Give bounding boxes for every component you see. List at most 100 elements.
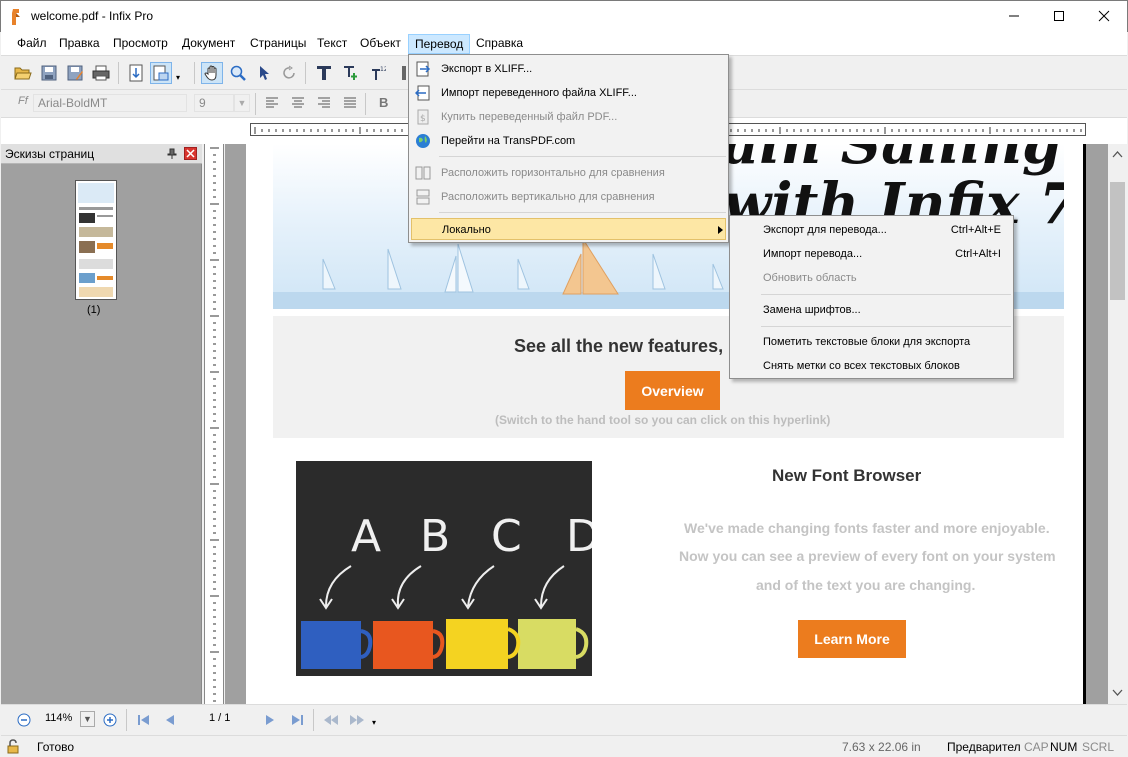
close-button[interactable] — [1081, 1, 1127, 31]
menu-file[interactable]: Файл — [11, 34, 53, 54]
align-right-icon[interactable] — [317, 97, 331, 109]
menu-view[interactable]: Просмотр — [107, 34, 174, 54]
previous-page-icon[interactable] — [164, 714, 176, 726]
menu-tile-vertical[interactable]: Расположить вертикально для сравнения — [411, 186, 726, 208]
open-button[interactable] — [12, 62, 34, 84]
rotate-tool-button[interactable] — [279, 62, 301, 84]
zoom-tool-button[interactable] — [227, 62, 249, 84]
view-mode: Предварител — [947, 740, 1021, 754]
select-tool-button[interactable] — [253, 62, 275, 84]
font-size-dropdown[interactable]: ▼ — [234, 94, 250, 112]
tile-horizontal-icon — [415, 166, 431, 180]
page-layout-button[interactable] — [150, 62, 172, 84]
first-page-icon[interactable] — [137, 714, 151, 726]
panel-header: Эскизы страниц — [1, 144, 202, 164]
submenu-export-translation[interactable]: Экспорт для перевода... Ctrl+Alt+E — [732, 219, 1011, 241]
vertical-scrollbar[interactable] — [1108, 144, 1127, 704]
page-thumbnail[interactable] — [75, 180, 117, 300]
save-as-button[interactable] — [64, 62, 86, 84]
save-button[interactable] — [38, 62, 60, 84]
page-thumbnails-panel: Эскизы страниц (1) — [1, 144, 202, 704]
submenu-unmark-blocks[interactable]: Снять метки со всех текстовых блоков — [732, 355, 1011, 377]
menu-export-xliff[interactable]: Экспорт в XLIFF... — [411, 58, 726, 80]
scroll-down-icon[interactable] — [1112, 689, 1123, 697]
submenu-refresh-area[interactable]: Обновить область — [732, 267, 1011, 289]
zoom-level[interactable]: 114% — [45, 712, 72, 724]
font-browser-line-3: and of the text you are changing. — [756, 577, 976, 593]
menu-object[interactable]: Объект — [354, 34, 407, 54]
print-button[interactable] — [90, 62, 112, 84]
bold-button[interactable]: B — [379, 95, 388, 110]
menu-tile-horizontal-label: Расположить горизонтально для сравнения — [441, 167, 665, 179]
page-arrow-down-icon — [129, 64, 143, 82]
overview-button[interactable]: Overview — [625, 371, 720, 410]
svg-text:$: $ — [420, 114, 426, 124]
cursor-coordinates: 7.63 x 22.06 in — [842, 740, 921, 754]
back-icon[interactable] — [323, 714, 339, 726]
page-down-button[interactable] — [125, 62, 147, 84]
minimize-icon — [1009, 15, 1019, 17]
chalkboard-mugs-image: A B C D — [296, 461, 592, 676]
next-page-icon[interactable] — [264, 714, 276, 726]
menu-bar: Файл Правка Просмотр Документ Страницы Т… — [1, 32, 1127, 55]
minimize-button[interactable] — [991, 1, 1037, 31]
text-format-button[interactable]: 12 — [367, 62, 389, 84]
menu-goto-transpdf-label: Перейти на TransPDF.com — [441, 135, 576, 147]
align-justify-icon[interactable] — [343, 97, 357, 109]
unlock-icon — [7, 739, 19, 754]
last-page-icon[interactable] — [290, 714, 304, 726]
scroll-up-icon[interactable] — [1112, 150, 1123, 158]
submenu-replace-fonts[interactable]: Замена шрифтов... — [732, 299, 1011, 321]
export-xliff-icon — [416, 61, 431, 77]
menu-edit[interactable]: Правка — [53, 34, 106, 54]
submenu-import-translation[interactable]: Импорт перевода... Ctrl+Alt+I — [732, 243, 1011, 265]
text-add-button[interactable] — [340, 62, 362, 84]
align-left-icon[interactable] — [265, 97, 279, 109]
menu-local[interactable]: Локально — [411, 218, 726, 240]
submenu-unmark-blocks-label: Снять метки со всех текстовых блоков — [763, 360, 960, 372]
menu-import-xliff[interactable]: Импорт переведенного файла XLIFF... — [411, 82, 726, 104]
page-indicator[interactable]: 1 / 1 — [209, 712, 230, 724]
menu-translation[interactable]: Перевод — [408, 34, 471, 54]
panel-title: Эскизы страниц — [5, 147, 95, 161]
menu-pages[interactable]: Страницы — [244, 34, 312, 54]
menu-export-xliff-label: Экспорт в XLIFF... — [441, 63, 533, 75]
letter-b: B — [420, 511, 451, 562]
align-center-icon[interactable] — [291, 97, 305, 109]
panel-close-button[interactable] — [184, 147, 197, 160]
menu-tile-vertical-label: Расположить вертикально для сравнения — [441, 191, 655, 203]
menu-buy-pdf[interactable]: $ Купить переведенный файл PDF... — [411, 106, 726, 128]
learn-more-button[interactable]: Learn More — [798, 620, 906, 658]
menu-help[interactable]: Справка — [470, 34, 529, 54]
submenu-replace-fonts-label: Замена шрифтов... — [763, 304, 861, 316]
pin-icon[interactable] — [167, 148, 177, 160]
menu-document[interactable]: Документ — [176, 34, 241, 54]
submenu-mark-blocks[interactable]: Пометить текстовые блоки для экспорта — [732, 331, 1011, 353]
status-text: Готово — [37, 740, 75, 754]
scroll-thumb[interactable] — [1110, 182, 1125, 300]
forward-icon[interactable] — [349, 714, 365, 726]
magnifier-icon — [230, 65, 246, 81]
menu-text[interactable]: Текст — [311, 34, 353, 54]
font-name-field[interactable]: Arial-BoldMT — [33, 94, 187, 112]
status-bar: Готово 7.63 x 22.06 in Предварител CAP N… — [1, 735, 1127, 757]
title-bar: welcome.pdf - Infix Pro — [0, 0, 1128, 32]
submenu-import-translation-shortcut: Ctrl+Alt+I — [955, 248, 1001, 260]
font-size-field[interactable]: 9 — [194, 94, 234, 112]
text-format-icon: 12 — [372, 66, 386, 80]
menu-goto-transpdf[interactable]: Перейти на TransPDF.com — [411, 130, 726, 152]
menu-tile-horizontal[interactable]: Расположить горизонтально для сравнения — [411, 162, 726, 184]
zoom-out-icon[interactable] — [17, 713, 31, 727]
page-layout-dropdown-arrow[interactable]: ▾ — [176, 73, 180, 82]
zoom-dropdown[interactable]: ▼ — [80, 711, 95, 727]
text-tool-button[interactable] — [313, 62, 335, 84]
hand-tool-button[interactable] — [201, 62, 223, 84]
submenu-mark-blocks-label: Пометить текстовые блоки для экспорта — [763, 336, 971, 348]
hyperlink-hint: (Switch to the hand tool so you can clic… — [495, 413, 831, 427]
letter-c: C — [491, 511, 522, 562]
zoom-in-icon[interactable] — [103, 713, 117, 727]
arrows-and-mugs — [301, 565, 589, 669]
submenu-refresh-area-label: Обновить область — [763, 272, 857, 284]
maximize-button[interactable] — [1036, 1, 1082, 31]
nav-history-dropdown[interactable]: ▾ — [372, 718, 376, 727]
